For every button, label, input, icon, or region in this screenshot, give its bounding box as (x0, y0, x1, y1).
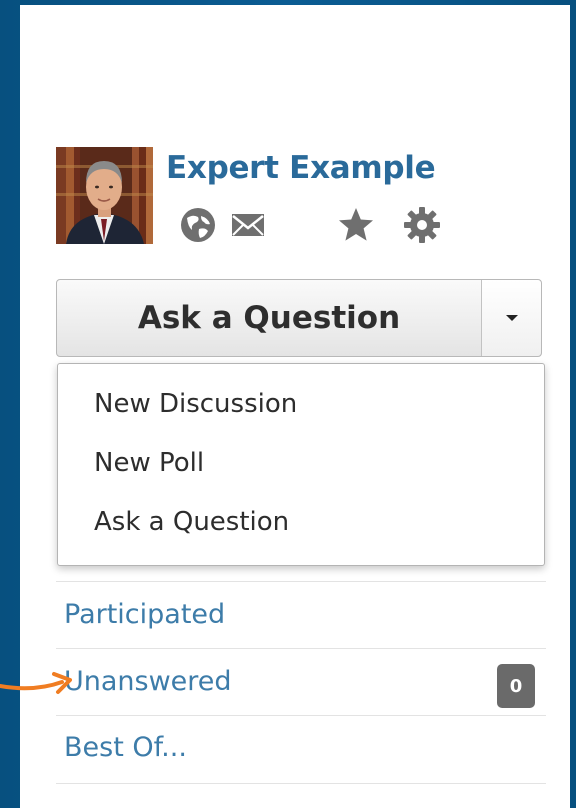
unanswered-count-badge: 0 (497, 664, 535, 708)
menu-item-new-discussion[interactable]: New Discussion (94, 389, 297, 419)
ask-question-dropdown-menu: New Discussion New Poll Ask a Question (57, 363, 545, 566)
caret-down-icon (505, 315, 518, 321)
ask-question-button[interactable]: Ask a Question (57, 280, 481, 356)
gear-icon[interactable] (402, 205, 442, 245)
globe-icon[interactable] (178, 205, 218, 245)
mail-icon[interactable] (228, 205, 268, 245)
annotation-arrow-icon (0, 672, 72, 694)
star-icon[interactable] (336, 205, 376, 245)
profile-name[interactable]: Expert Example (166, 150, 436, 186)
avatar-image (56, 147, 153, 244)
avatar[interactable] (56, 147, 153, 244)
nav-divider (56, 715, 546, 716)
ask-question-dropdown-toggle[interactable] (482, 280, 541, 356)
menu-item-ask-question[interactable]: Ask a Question (94, 507, 289, 537)
nav-divider (56, 648, 546, 649)
nav-divider (56, 581, 546, 582)
ask-question-split-button: Ask a Question (56, 279, 542, 357)
nav-divider (56, 783, 546, 784)
outer-frame: Expert Example Ask a Question New Discus… (0, 0, 576, 808)
nav-item-best-of[interactable]: Best Of... (64, 732, 187, 763)
menu-item-new-poll[interactable]: New Poll (94, 448, 204, 478)
sidebar-panel: Expert Example Ask a Question New Discus… (20, 5, 570, 808)
nav-item-participated[interactable]: Participated (64, 599, 225, 630)
nav-item-unanswered[interactable]: Unanswered (64, 666, 232, 697)
